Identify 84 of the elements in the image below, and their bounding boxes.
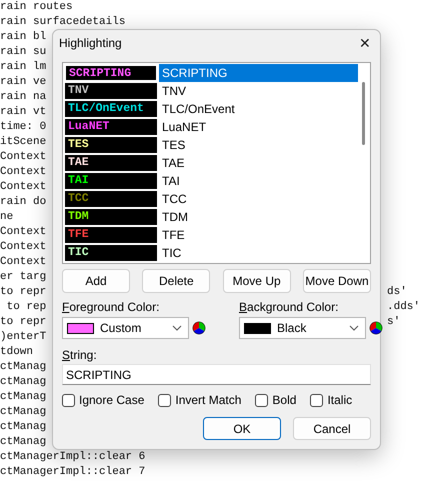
checkbox[interactable] xyxy=(62,394,75,406)
list-button[interactable]: Delete xyxy=(142,269,210,293)
color-dropdown[interactable]: Black xyxy=(239,317,366,339)
log-line: .dds' xyxy=(387,300,420,315)
list-item[interactable]: LuaNET xyxy=(159,118,358,136)
log-line: ctManagerImpl::clear 6 xyxy=(0,450,146,465)
log-line: rain ve xyxy=(0,75,46,90)
sample-text: LuaNET xyxy=(68,121,110,133)
log-line: ctManag xyxy=(0,360,46,375)
field-label: Foreground Color: xyxy=(62,300,160,314)
sample-text: TAE xyxy=(68,157,89,169)
log-line: to repr xyxy=(0,315,46,330)
list-item[interactable]: TES xyxy=(159,136,358,154)
log-line: Context xyxy=(0,180,46,195)
sample-text: TNV xyxy=(68,85,89,97)
log-line: rain surfacedetails xyxy=(0,15,126,30)
chevron-icon xyxy=(172,325,182,331)
log-line: ctManagerImpl::clear 7 xyxy=(0,465,146,480)
color-wheel-icon[interactable] xyxy=(192,321,206,335)
field-label: String: xyxy=(62,348,97,362)
checkbox[interactable] xyxy=(255,394,268,406)
list-item[interactable]: TLC/OnEvent xyxy=(159,100,358,118)
log-line: Context xyxy=(0,165,46,180)
rule-list[interactable]: SCRIPTING SCRIPTING TNV TNV TLC/OnEvent TLC/OnEvent LuaNET LuaNET TES TES TAE TAE TAI TAI TCC TCC TDM TDM TFE TFE TIC TIC xyxy=(62,62,371,264)
log-line: ds' xyxy=(387,285,407,300)
field-label: Background Color: xyxy=(239,300,338,314)
log-line: er targ xyxy=(0,270,46,285)
list-item[interactable]: TCC xyxy=(159,190,358,208)
log-line: ctManag xyxy=(0,420,46,435)
log-line: rain su xyxy=(0,45,46,60)
log-line: to repr xyxy=(0,285,46,300)
close-button[interactable]: ✕ xyxy=(350,30,380,56)
log-line: Context xyxy=(0,225,46,240)
checkbox-label: Ignore Case xyxy=(79,393,144,407)
log-line: tdown xyxy=(0,345,34,360)
sample-text: TLC/OnEvent xyxy=(68,103,144,115)
sample-text: TDM xyxy=(68,211,89,223)
sample-text: SCRIPTING xyxy=(69,68,132,80)
log-line: Context xyxy=(0,240,46,255)
chevron-icon xyxy=(349,325,359,331)
ok-button[interactable]: OK xyxy=(203,417,281,440)
list-item[interactable]: TAI xyxy=(159,172,358,190)
log-line: rain vt xyxy=(0,105,46,120)
list-item[interactable]: TIC xyxy=(159,244,358,262)
window-title: Highlighting xyxy=(59,36,122,50)
checkbox[interactable] xyxy=(158,394,172,406)
log-line: rain lm xyxy=(0,60,46,75)
log-line: ctManag xyxy=(0,390,46,405)
log-line: rain do xyxy=(0,195,46,210)
log-line: ne xyxy=(0,210,14,225)
sample-text: TIC xyxy=(68,247,89,259)
log-line: Context xyxy=(0,255,46,270)
log-line: Context xyxy=(0,150,46,165)
color-wheel-icon[interactable] xyxy=(369,321,383,335)
log-line: rain bl xyxy=(0,30,46,45)
list-item[interactable]: TFE xyxy=(159,226,358,244)
log-line: ctManag xyxy=(0,375,46,390)
sample-text: TCC xyxy=(68,193,89,205)
log-line: rain routes xyxy=(0,0,73,15)
checkbox-label: Bold xyxy=(272,393,296,407)
sample-text: TAI xyxy=(68,175,89,187)
log-line: time: 0 xyxy=(0,120,46,135)
sample-text: TES xyxy=(68,139,89,151)
checkbox-label: Invert Match xyxy=(175,393,242,407)
log-line: ctManag xyxy=(0,405,46,420)
log-line: itScene xyxy=(0,135,46,150)
list-item[interactable]: TDM xyxy=(159,208,358,226)
list-item[interactable]: TAE xyxy=(159,154,358,172)
log-line: )enterT xyxy=(0,330,46,345)
string-field[interactable]: SCRIPTING xyxy=(62,364,371,385)
list-button[interactable]: Move Down xyxy=(302,269,371,293)
cancel-button[interactable]: Cancel xyxy=(293,417,371,440)
checkbox[interactable] xyxy=(310,394,324,406)
log-line: ctManag xyxy=(0,435,46,450)
log-line: to rep xyxy=(6,300,46,315)
list-item[interactable]: TNV xyxy=(159,82,358,100)
color-dropdown[interactable]: Custom xyxy=(62,317,189,339)
sample-text: TFE xyxy=(68,229,89,241)
log-line: rain na xyxy=(0,90,46,105)
list-button[interactable]: Add xyxy=(62,269,130,293)
list-item[interactable]: SCRIPTING xyxy=(159,64,358,82)
checkbox-label: Italic xyxy=(327,393,352,407)
log-line: s' xyxy=(387,315,400,330)
list-button[interactable]: Move Up xyxy=(222,269,291,293)
